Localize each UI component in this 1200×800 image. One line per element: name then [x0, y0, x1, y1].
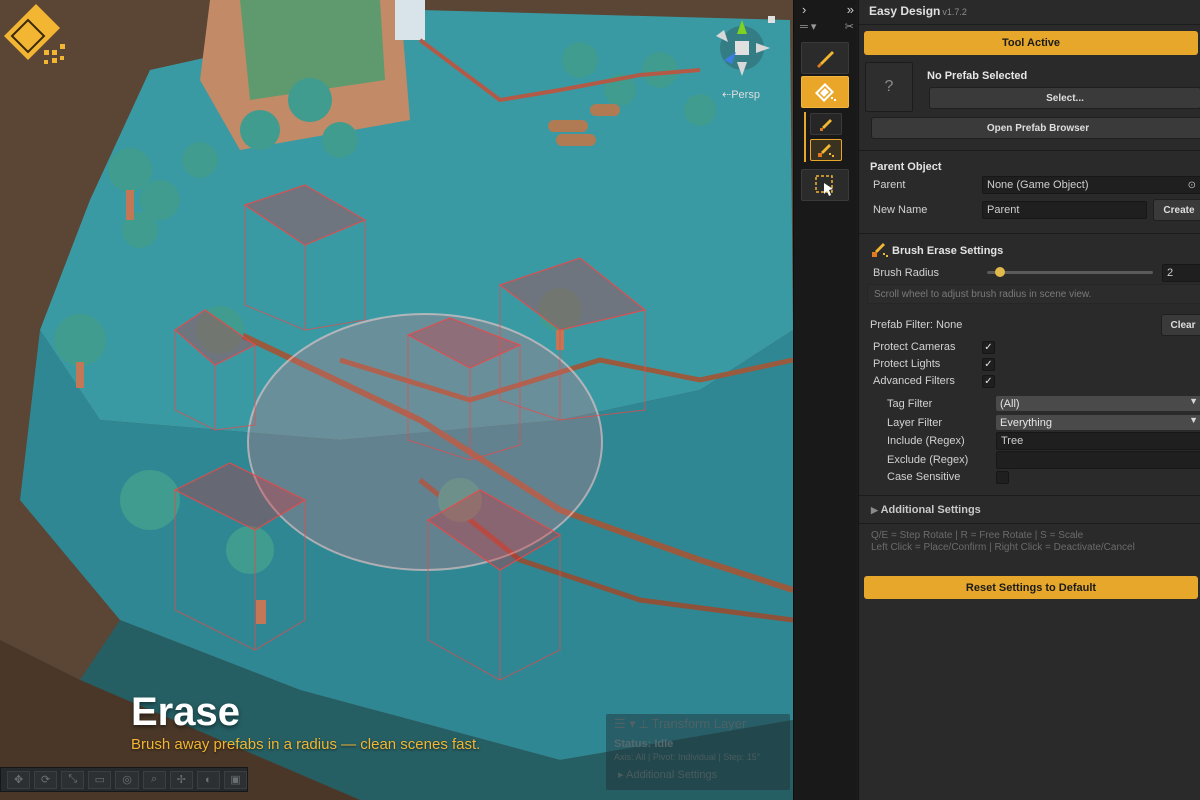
zoom-icon[interactable]: ⌕: [142, 770, 166, 789]
exclude-regex-label: Exclude (Regex): [887, 454, 969, 466]
divider: [859, 24, 1200, 25]
layer-filter-dropdown[interactable]: Everything ▼: [996, 415, 1200, 430]
brush-radius-knob[interactable]: [994, 267, 1005, 277]
advanced-filters-label: Advanced Filters: [873, 375, 955, 387]
divider: [859, 495, 1200, 496]
brush-erase-button[interactable]: [810, 139, 842, 161]
protect-lights-checkbox[interactable]: ✓: [982, 358, 995, 371]
select-tool-button[interactable]: [801, 169, 849, 201]
tool-strip: › » ═ ▾ ✂: [793, 0, 857, 800]
protect-lights-label: Protect Lights: [873, 358, 941, 370]
protect-cameras-checkbox[interactable]: ✓: [982, 341, 995, 354]
tag-filter-dropdown[interactable]: (All) ▼: [996, 396, 1200, 411]
easy-design-panel: Easy Design v1.7.2 Tool Active ? No Prefa…: [858, 0, 1200, 800]
pan-icon[interactable]: ✢: [169, 770, 193, 789]
brush-erase-sub-icon: [820, 119, 832, 131]
eraser-icon: [815, 83, 836, 102]
divider: [859, 233, 1200, 234]
open-prefab-browser-button[interactable]: Open Prefab Browser: [871, 117, 1200, 139]
prefab-status: No Prefab Selected: [927, 70, 1028, 82]
parent-object-header: Parent Object: [870, 161, 942, 173]
brush-erase-area-sub-icon: [818, 144, 834, 157]
nav-collapse-button[interactable]: »: [847, 2, 854, 17]
additional-settings-foldout[interactable]: ▶ Additional Settings: [871, 504, 981, 516]
select-prefab-button[interactable]: Select...: [929, 87, 1200, 109]
shortcut-help-2: Left Click = Place/Confirm | Right Click…: [871, 542, 1135, 553]
new-name-field[interactable]: Parent: [982, 201, 1147, 219]
scene-view[interactable]: ⇠Persp Erase Brush away prefabs in a rad…: [0, 0, 793, 800]
divider: [859, 523, 1200, 524]
shortcut-help-1: Q/E = Step Rotate | R = Free Rotate | S …: [871, 530, 1084, 541]
erase-tool-button[interactable]: [801, 76, 849, 108]
brush-erase-icon: [872, 243, 888, 257]
paint-brush-icon: [817, 51, 834, 68]
prefab-filter-label: Prefab Filter: None: [870, 319, 963, 331]
exclude-regex-field[interactable]: [996, 451, 1200, 469]
select-icon: [815, 175, 833, 196]
brush-radius-value[interactable]: 2: [1162, 264, 1200, 282]
nav-next-button[interactable]: ›: [802, 2, 806, 17]
editor-window: ⇠Persp Erase Brush away prefabs in a rad…: [0, 0, 1200, 800]
tag-filter-label: Tag Filter: [887, 398, 933, 410]
include-regex-field[interactable]: Tree: [996, 432, 1200, 450]
brush-erase-header: Brush Erase Settings: [892, 245, 1004, 257]
parent-label: Parent: [873, 179, 906, 191]
transform-additional-settings[interactable]: ▸ Additional Settings: [618, 768, 717, 781]
protect-cameras-label: Protect Cameras: [873, 341, 956, 353]
layer-filter-label: Layer Filter: [887, 417, 943, 429]
create-parent-button[interactable]: Create: [1153, 199, 1200, 221]
scale-icon[interactable]: ⤡: [61, 770, 85, 789]
scene-render: [0, 0, 793, 800]
divider: [859, 150, 1200, 151]
panel-title: Easy Design v1.7.2: [869, 4, 967, 18]
transform-layer-title[interactable]: ☰ ▾ ⟂ Transform Layer: [614, 716, 746, 732]
move-icon[interactable]: ✥: [7, 770, 31, 789]
brand-subtitle: Brush away prefabs in a radius — clean s…: [131, 736, 481, 753]
chevron-right-icon: ▶: [871, 505, 878, 515]
view-mode-label[interactable]: ⇠Persp: [722, 88, 760, 101]
case-sensitive-checkbox[interactable]: [996, 471, 1009, 484]
transform-detail: Axis: All | Pivot: Individual | Step: 15…: [614, 752, 761, 762]
advanced-filters-checkbox[interactable]: ✓: [982, 375, 995, 388]
single-erase-button[interactable]: [810, 113, 842, 135]
strip-menu-icon[interactable]: ═ ▾: [800, 20, 816, 33]
chevron-down-icon: ▼: [1189, 396, 1198, 406]
new-name-label: New Name: [873, 204, 928, 216]
rotate-icon[interactable]: ⟳: [34, 770, 58, 789]
transform-status: Status: Idle: [614, 738, 674, 750]
view-icon[interactable]: ◐: [196, 770, 220, 789]
brush-radius-label: Brush Radius: [873, 267, 940, 279]
include-regex-label: Include (Regex): [887, 435, 965, 447]
tools-icon[interactable]: ✂: [845, 20, 854, 33]
object-picker-icon[interactable]: ⊙: [1188, 180, 1196, 191]
tool-active-button[interactable]: Tool Active: [864, 31, 1198, 55]
sub-tool-rail: [804, 112, 806, 162]
scene-toolbar: ✥ ⟳ ⤡ ▭ ◎ ⌕ ✢ ◐ ▣: [0, 767, 248, 792]
clear-filter-button[interactable]: Clear: [1161, 314, 1200, 336]
reset-settings-button[interactable]: Reset Settings to Default: [864, 576, 1198, 599]
eraser-logo-icon: [4, 4, 65, 64]
prefab-preview[interactable]: ?: [865, 62, 913, 112]
brush-radius-hint: Scroll wheel to adjust brush radius in s…: [867, 284, 1200, 304]
case-sensitive-label: Case Sensitive: [887, 471, 961, 483]
camera-icon[interactable]: ▣: [223, 770, 247, 789]
rect-icon[interactable]: ▭: [88, 770, 112, 789]
transform-icon[interactable]: ◎: [115, 770, 139, 789]
chevron-down-icon: ▼: [1189, 415, 1198, 425]
paint-tool-button[interactable]: [801, 42, 849, 74]
brand-title: Erase: [131, 690, 240, 734]
brush-radius-slider[interactable]: [987, 267, 1153, 277]
transform-layer-overlay: ☰ ▾ ⟂ Transform Layer Status: Idle Axis:…: [606, 714, 790, 790]
parent-field[interactable]: None (Game Object) ⊙: [982, 176, 1200, 194]
panel-version: v1.7.2: [942, 7, 967, 17]
